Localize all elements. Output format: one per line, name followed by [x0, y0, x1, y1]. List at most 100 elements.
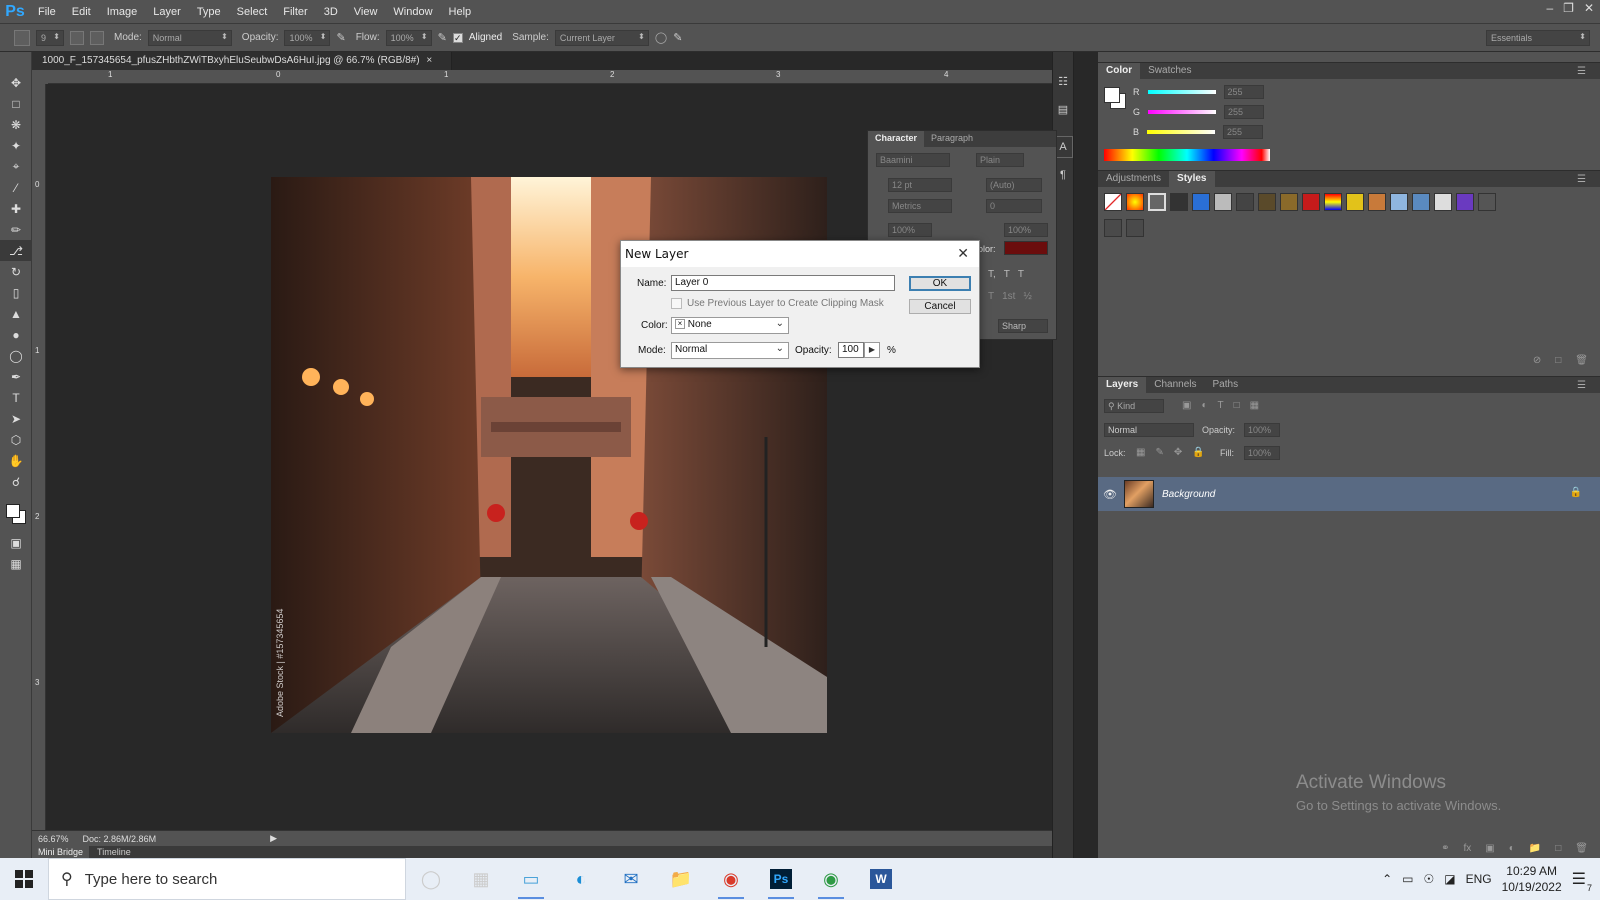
- healing-brush-tool-icon[interactable]: ✚: [0, 198, 32, 219]
- pressure-opacity-icon[interactable]: ✎: [336, 31, 345, 44]
- move-tool-icon[interactable]: ✥: [0, 72, 32, 93]
- style-swatch[interactable]: [1148, 193, 1166, 211]
- filter-shape-icon[interactable]: □: [1234, 400, 1240, 411]
- style-swatch[interactable]: [1302, 193, 1320, 211]
- style-swatch[interactable]: [1456, 193, 1474, 211]
- vertical-scale-input[interactable]: 100%: [888, 223, 932, 237]
- tab-color[interactable]: Color: [1098, 63, 1141, 79]
- paint-bucket-tool-icon[interactable]: ▲: [0, 303, 32, 324]
- foreground-color-swatch[interactable]: [6, 504, 20, 518]
- tab-paragraph[interactable]: Paragraph: [924, 131, 980, 147]
- filter-smart-icon[interactable]: ▦: [1250, 400, 1259, 411]
- pen-tool-icon[interactable]: ✒: [0, 366, 32, 387]
- eraser-tool-icon[interactable]: ▯: [0, 282, 32, 303]
- opacity-input[interactable]: 100%: [284, 29, 331, 46]
- link-layers-icon[interactable]: ⚭: [1441, 843, 1449, 854]
- filter-type-icon[interactable]: T: [1218, 400, 1224, 411]
- shape-tool-icon[interactable]: ⬡: [0, 429, 32, 450]
- mode-select[interactable]: Normal: [147, 29, 232, 46]
- cortana-icon[interactable]: ◯: [406, 858, 456, 900]
- style-swatch[interactable]: [1258, 193, 1276, 211]
- start-button[interactable]: [0, 858, 48, 900]
- layer-lock-icon[interactable]: 🔒: [1570, 487, 1582, 498]
- new-style-icon[interactable]: □: [1555, 355, 1561, 366]
- menu-layer[interactable]: Layer: [145, 6, 189, 18]
- ok-button[interactable]: OK: [909, 276, 971, 291]
- cancel-button[interactable]: Cancel: [909, 299, 971, 314]
- tab-paths[interactable]: Paths: [1205, 377, 1247, 393]
- style-swatch[interactable]: [1478, 193, 1496, 211]
- menu-select[interactable]: Select: [229, 6, 276, 18]
- style-swatch[interactable]: [1126, 193, 1144, 211]
- ordinals-button[interactable]: 1st: [1002, 291, 1015, 302]
- clone-source-icon[interactable]: [90, 30, 104, 45]
- hand-tool-icon[interactable]: ✋: [0, 450, 32, 471]
- style-swatch[interactable]: [1236, 193, 1254, 211]
- clipping-mask-checkbox[interactable]: [671, 298, 682, 309]
- language-indicator[interactable]: ENG: [1466, 872, 1492, 886]
- blur-tool-icon[interactable]: ●: [0, 324, 32, 345]
- filter-adjustment-icon[interactable]: ◐: [1201, 400, 1207, 411]
- style-swatch[interactable]: [1192, 193, 1210, 211]
- red-value[interactable]: 255: [1223, 85, 1264, 99]
- history-panel-icon[interactable]: ☷: [1053, 70, 1073, 92]
- tab-channels[interactable]: Channels: [1146, 377, 1204, 393]
- leading-input[interactable]: (Auto): [986, 178, 1042, 192]
- opacity-slider-arrow-icon[interactable]: ▶: [864, 342, 880, 358]
- clone-stamp-tool-button-icon[interactable]: ⎇: [0, 240, 32, 261]
- add-mask-icon[interactable]: ▣: [1485, 843, 1494, 854]
- lock-pixels-icon[interactable]: ✎: [1155, 447, 1163, 458]
- panel-menu-icon[interactable]: ☰: [1569, 172, 1594, 187]
- menu-filter[interactable]: Filter: [275, 6, 315, 18]
- document-tab[interactable]: 1000_F_157345654_pfusZHbthZWiTBxyhEluSeu…: [32, 52, 452, 70]
- text-color-swatch[interactable]: [1004, 241, 1048, 255]
- style-swatch[interactable]: [1126, 219, 1144, 237]
- layer-filter-select[interactable]: ⚲ Kind: [1104, 399, 1164, 413]
- lock-transparent-icon[interactable]: ▦: [1136, 447, 1145, 458]
- brush-preset-picker[interactable]: 9: [36, 29, 64, 46]
- tab-adjustments[interactable]: Adjustments: [1098, 171, 1169, 187]
- style-swatch[interactable]: [1170, 193, 1188, 211]
- battery-icon[interactable]: ▭: [1402, 872, 1413, 886]
- style-none[interactable]: [1104, 193, 1122, 211]
- chrome-icon[interactable]: ◉: [706, 858, 756, 900]
- panel-menu-icon[interactable]: ☰: [1569, 64, 1594, 79]
- notifications-icon[interactable]: ☰ 7: [1572, 869, 1592, 893]
- style-swatch[interactable]: [1214, 193, 1232, 211]
- lock-all-icon[interactable]: 🔒: [1192, 447, 1204, 458]
- menu-file[interactable]: File: [30, 6, 64, 18]
- taskbar-app-icon[interactable]: ▭: [506, 858, 556, 900]
- close-icon[interactable]: ✕: [1584, 1, 1594, 15]
- close-document-icon[interactable]: ×: [426, 55, 432, 66]
- file-explorer-icon[interactable]: 📁: [656, 858, 706, 900]
- properties-panel-icon[interactable]: ▤: [1053, 98, 1073, 120]
- brush-tool-icon[interactable]: ✏: [0, 219, 32, 240]
- strikethrough-button[interactable]: T: [1018, 269, 1024, 280]
- restore-icon[interactable]: ❐: [1563, 1, 1574, 15]
- quick-select-tool-icon[interactable]: ✦: [0, 135, 32, 156]
- fractions-button[interactable]: ½: [1023, 291, 1031, 302]
- subscript-button[interactable]: T,: [988, 269, 996, 280]
- color-fg-swatch[interactable]: [1104, 87, 1120, 103]
- brush-panel-icon[interactable]: [70, 30, 84, 45]
- menu-type[interactable]: Type: [189, 6, 229, 18]
- menu-window[interactable]: Window: [385, 6, 440, 18]
- type-tool-icon[interactable]: T: [0, 387, 32, 408]
- font-family-select[interactable]: Baamini: [876, 153, 950, 167]
- pressure-size-icon[interactable]: ✎: [673, 31, 682, 44]
- new-group-icon[interactable]: 📁: [1529, 843, 1541, 854]
- style-swatch[interactable]: [1390, 193, 1408, 211]
- tracking-input[interactable]: 0: [986, 199, 1042, 213]
- history-brush-tool-icon[interactable]: ↻: [0, 261, 32, 282]
- path-select-tool-icon[interactable]: ➤: [0, 408, 32, 429]
- menu-help[interactable]: Help: [441, 6, 480, 18]
- workspace-select[interactable]: Essentials: [1486, 30, 1590, 46]
- menu-view[interactable]: View: [346, 6, 386, 18]
- layer-style-icon[interactable]: fx: [1464, 843, 1472, 854]
- blue-value[interactable]: 255: [1223, 125, 1264, 139]
- delete-style-icon[interactable]: 🗑: [1575, 355, 1588, 366]
- filter-pixel-icon[interactable]: ▣: [1182, 400, 1191, 411]
- status-menu-arrow-icon[interactable]: ▶: [270, 833, 277, 844]
- color-spectrum[interactable]: [1104, 149, 1270, 161]
- blend-mode-select[interactable]: Normal: [1104, 423, 1194, 437]
